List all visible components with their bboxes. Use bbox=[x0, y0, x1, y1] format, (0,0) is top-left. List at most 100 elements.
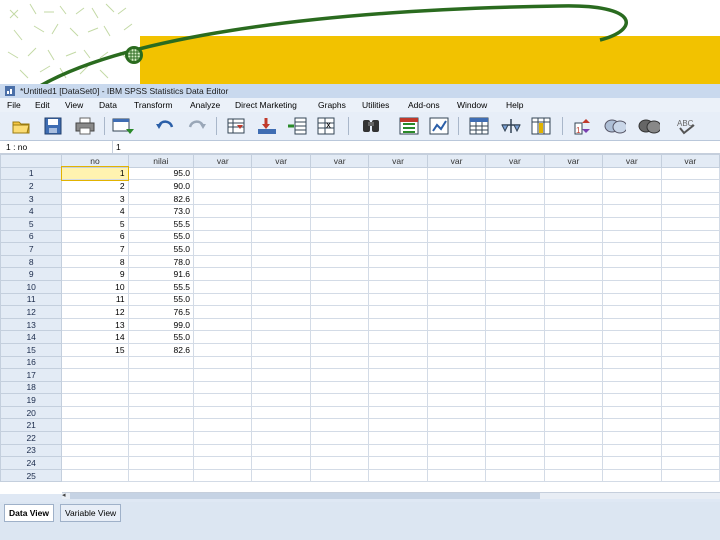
data-cell[interactable]: 8 bbox=[61, 254, 129, 269]
data-cell[interactable] bbox=[309, 368, 370, 382]
row-number[interactable]: 18 bbox=[0, 380, 63, 395]
data-cell[interactable] bbox=[602, 229, 662, 244]
data-cell[interactable] bbox=[543, 468, 604, 483]
data-cell[interactable] bbox=[193, 468, 253, 483]
data-cell[interactable] bbox=[309, 216, 370, 231]
data-cell[interactable] bbox=[368, 191, 428, 206]
data-cell[interactable] bbox=[251, 317, 311, 332]
menu-data[interactable]: Data bbox=[99, 98, 117, 112]
data-cell[interactable] bbox=[426, 418, 487, 433]
data-cell[interactable] bbox=[309, 443, 370, 458]
insert-variable-icon[interactable] bbox=[500, 115, 522, 137]
data-cell[interactable] bbox=[251, 431, 311, 445]
data-cell[interactable] bbox=[543, 254, 604, 269]
data-cell[interactable] bbox=[660, 279, 720, 294]
data-cell[interactable] bbox=[602, 216, 662, 231]
data-cell[interactable] bbox=[193, 166, 253, 181]
data-cell[interactable] bbox=[426, 342, 487, 357]
data-cell[interactable]: 7 bbox=[61, 242, 129, 256]
data-cell[interactable] bbox=[485, 330, 545, 344]
data-cell[interactable] bbox=[543, 355, 604, 370]
data-cell[interactable] bbox=[602, 191, 662, 206]
data-cell[interactable]: 6 bbox=[61, 229, 129, 244]
data-cell[interactable] bbox=[602, 166, 662, 181]
data-cell[interactable] bbox=[368, 317, 428, 332]
data-cell[interactable] bbox=[485, 456, 545, 470]
data-cell[interactable] bbox=[485, 279, 545, 294]
data-cell[interactable] bbox=[485, 229, 545, 244]
data-cell[interactable] bbox=[485, 368, 545, 382]
data-cell[interactable] bbox=[251, 380, 311, 395]
data-cell[interactable] bbox=[309, 179, 370, 193]
data-cell[interactable] bbox=[602, 355, 662, 370]
row-number[interactable]: 20 bbox=[0, 405, 63, 420]
data-cell[interactable] bbox=[309, 342, 370, 357]
data-cell[interactable] bbox=[309, 317, 370, 332]
row-number[interactable]: 9 bbox=[0, 267, 63, 281]
menu-edit[interactable]: Edit bbox=[35, 98, 50, 112]
data-cell[interactable] bbox=[309, 279, 370, 294]
data-cell[interactable] bbox=[660, 355, 720, 370]
column-header[interactable]: no bbox=[61, 154, 129, 168]
row-number[interactable]: 3 bbox=[0, 191, 63, 206]
data-cell[interactable] bbox=[660, 405, 720, 420]
data-cell[interactable] bbox=[251, 342, 311, 357]
data-cell[interactable] bbox=[543, 368, 604, 382]
data-cell[interactable]: 15 bbox=[61, 342, 129, 357]
variables-icon[interactable] bbox=[286, 115, 308, 137]
data-cell[interactable] bbox=[193, 431, 253, 445]
data-cell[interactable] bbox=[660, 229, 720, 244]
menu-view[interactable]: View bbox=[65, 98, 83, 112]
goto-variable-icon[interactable] bbox=[256, 115, 278, 137]
data-cell[interactable] bbox=[602, 405, 662, 420]
data-cell[interactable] bbox=[602, 431, 662, 445]
data-cell[interactable] bbox=[368, 330, 428, 344]
data-cell[interactable] bbox=[602, 418, 662, 433]
data-cell[interactable] bbox=[251, 456, 311, 470]
use-sets-icon[interactable] bbox=[604, 115, 626, 137]
data-cell[interactable] bbox=[127, 456, 195, 470]
corner-cell[interactable] bbox=[0, 154, 63, 168]
goto-case-icon[interactable] bbox=[226, 115, 248, 137]
data-cell[interactable]: 78.0 bbox=[127, 254, 195, 269]
data-cell[interactable] bbox=[660, 393, 720, 407]
show-all-variables-icon[interactable] bbox=[638, 115, 660, 137]
column-header[interactable]: var bbox=[193, 154, 253, 168]
data-cell[interactable] bbox=[368, 380, 428, 395]
data-cell[interactable] bbox=[368, 279, 428, 294]
row-number[interactable]: 21 bbox=[0, 418, 63, 433]
data-cell[interactable] bbox=[368, 292, 428, 307]
redo-icon[interactable] bbox=[186, 115, 208, 137]
find-icon[interactable] bbox=[360, 115, 382, 137]
data-cell[interactable] bbox=[251, 229, 311, 244]
data-cell[interactable] bbox=[309, 355, 370, 370]
column-header[interactable]: var bbox=[602, 154, 662, 168]
row-number[interactable]: 2 bbox=[0, 179, 63, 193]
data-cell[interactable] bbox=[193, 267, 253, 281]
data-cell[interactable] bbox=[602, 254, 662, 269]
data-cell[interactable] bbox=[251, 254, 311, 269]
data-cell[interactable] bbox=[61, 443, 129, 458]
data-cell[interactable] bbox=[660, 418, 720, 433]
data-cell[interactable] bbox=[309, 166, 370, 181]
data-cell[interactable] bbox=[543, 279, 604, 294]
data-cell[interactable] bbox=[193, 355, 253, 370]
data-cell[interactable] bbox=[660, 380, 720, 395]
data-cell[interactable] bbox=[660, 292, 720, 307]
data-cell[interactable]: 82.6 bbox=[127, 342, 195, 357]
data-cell[interactable] bbox=[426, 166, 487, 181]
data-cell[interactable] bbox=[543, 393, 604, 407]
data-cell[interactable] bbox=[193, 254, 253, 269]
data-cell[interactable] bbox=[309, 305, 370, 319]
data-cell[interactable] bbox=[193, 380, 253, 395]
data-cell[interactable] bbox=[485, 431, 545, 445]
row-number[interactable]: 6 bbox=[0, 229, 63, 244]
data-cell[interactable] bbox=[602, 317, 662, 332]
data-cell[interactable] bbox=[193, 191, 253, 206]
data-cell[interactable] bbox=[251, 355, 311, 370]
data-cell[interactable] bbox=[368, 393, 428, 407]
data-cell[interactable] bbox=[426, 431, 487, 445]
data-cell[interactable] bbox=[193, 317, 253, 332]
data-cell[interactable] bbox=[602, 342, 662, 357]
data-cell[interactable] bbox=[602, 292, 662, 307]
